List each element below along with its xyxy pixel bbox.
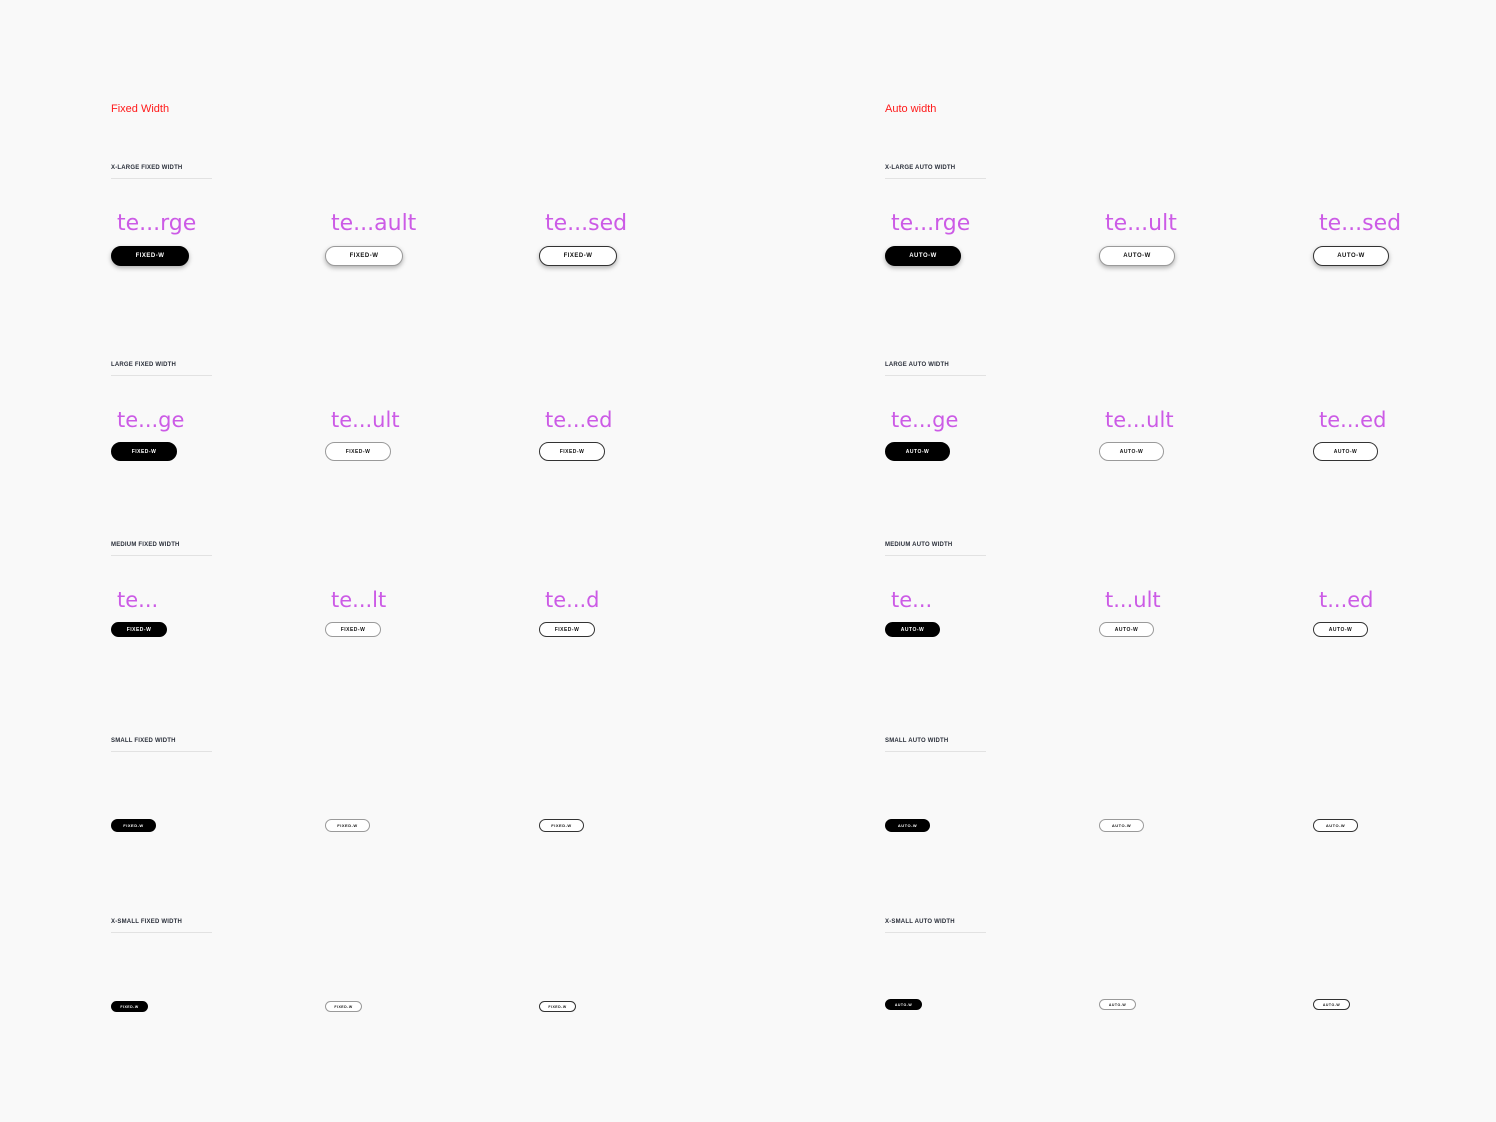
group-title: Fixed Width: [111, 103, 170, 115]
outlined-button[interactable]: AUTO-W: [1313, 622, 1368, 637]
section-heading: MEDIUM AUTO WIDTH: [885, 542, 986, 556]
truncated-label: te...rge: [891, 211, 971, 236]
secondary-button[interactable]: AUTO-W: [1099, 246, 1175, 266]
outlined-button[interactable]: AUTO-W: [1313, 442, 1378, 461]
truncated-label: te...: [117, 588, 159, 612]
section-heading: X-SMALL FIXED WIDTH: [111, 919, 212, 933]
truncated-label: te...ault: [331, 211, 417, 236]
primary-button[interactable]: FIXED-W: [111, 819, 156, 832]
truncated-label: te...sed: [545, 211, 628, 236]
truncated-label: te...ge: [891, 408, 959, 432]
primary-button[interactable]: FIXED-W: [111, 622, 167, 637]
primary-button[interactable]: AUTO-W: [885, 819, 930, 832]
outlined-button[interactable]: FIXED-W: [539, 442, 605, 461]
secondary-button[interactable]: AUTO-W: [1099, 622, 1154, 637]
outlined-button[interactable]: AUTO-W: [1313, 999, 1350, 1010]
primary-button[interactable]: FIXED-W: [111, 442, 177, 461]
truncated-label: te...ult: [331, 408, 400, 432]
truncated-label: te...ge: [117, 408, 185, 432]
secondary-button[interactable]: AUTO-W: [1099, 999, 1136, 1010]
truncated-label: te...sed: [1319, 211, 1402, 236]
truncated-label: t...ult: [1105, 588, 1161, 612]
outlined-button[interactable]: FIXED-W: [539, 246, 617, 266]
primary-button[interactable]: FIXED-W: [111, 246, 189, 266]
secondary-button[interactable]: FIXED-W: [325, 819, 370, 832]
secondary-button[interactable]: AUTO-W: [1099, 819, 1144, 832]
outlined-button[interactable]: FIXED-W: [539, 819, 584, 832]
section-heading: X-SMALL AUTO WIDTH: [885, 919, 986, 933]
truncated-label: te...d: [545, 588, 600, 612]
truncated-label: te...ult: [1105, 408, 1174, 432]
section-heading: SMALL FIXED WIDTH: [111, 738, 212, 752]
primary-button[interactable]: AUTO-W: [885, 999, 922, 1010]
section-heading: SMALL AUTO WIDTH: [885, 738, 986, 752]
primary-button[interactable]: AUTO-W: [885, 246, 961, 266]
secondary-button[interactable]: AUTO-W: [1099, 442, 1164, 461]
truncated-label: te...rge: [117, 211, 197, 236]
truncated-label: te...: [891, 588, 933, 612]
outlined-button[interactable]: FIXED-W: [539, 622, 595, 637]
primary-button[interactable]: FIXED-W: [111, 1001, 148, 1012]
truncated-label: te...ult: [1105, 211, 1177, 236]
group-title: Auto width: [885, 103, 937, 115]
truncated-label: t...ed: [1319, 588, 1374, 612]
section-heading: MEDIUM FIXED WIDTH: [111, 542, 212, 556]
primary-button[interactable]: AUTO-W: [885, 442, 950, 461]
secondary-button[interactable]: FIXED-W: [325, 1001, 362, 1012]
truncated-label: te...lt: [331, 588, 387, 612]
secondary-button[interactable]: FIXED-W: [325, 622, 381, 637]
truncated-label: te...ed: [545, 408, 613, 432]
section-heading: LARGE AUTO WIDTH: [885, 362, 986, 376]
outlined-button[interactable]: FIXED-W: [539, 1001, 576, 1012]
primary-button[interactable]: AUTO-W: [885, 622, 940, 637]
outlined-button[interactable]: AUTO-W: [1313, 246, 1389, 266]
outlined-button[interactable]: AUTO-W: [1313, 819, 1358, 832]
section-heading: X-LARGE FIXED WIDTH: [111, 165, 212, 179]
section-heading: LARGE FIXED WIDTH: [111, 362, 212, 376]
secondary-button[interactable]: FIXED-W: [325, 442, 391, 461]
section-heading: X-LARGE AUTO WIDTH: [885, 165, 986, 179]
truncated-label: te...ed: [1319, 408, 1387, 432]
secondary-button[interactable]: FIXED-W: [325, 246, 403, 266]
